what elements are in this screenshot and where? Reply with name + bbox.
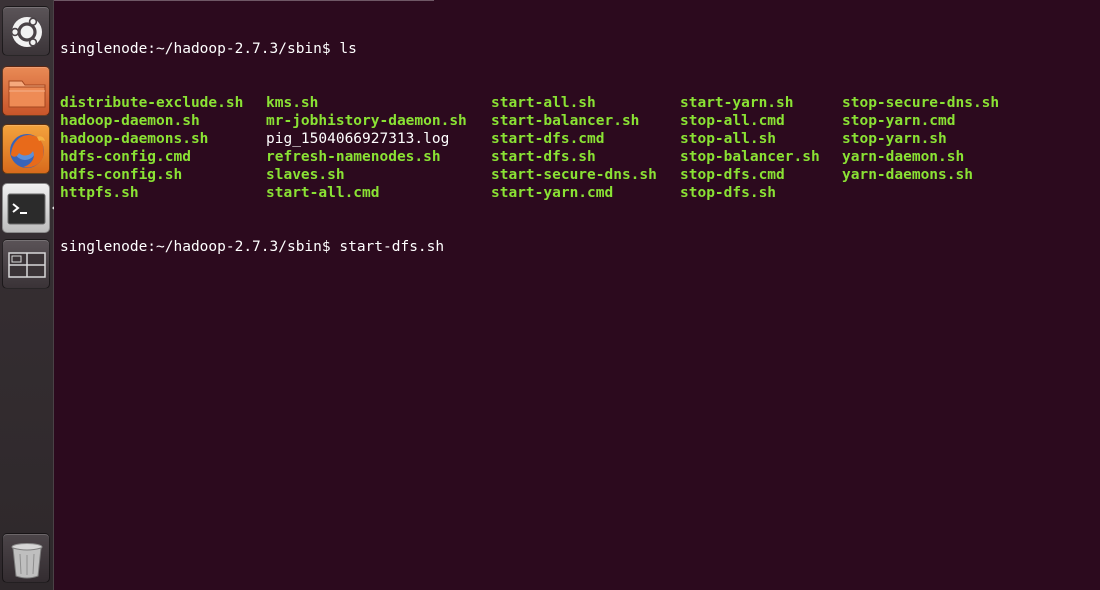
file-entry: mr-jobhistory-daemon.sh [266, 113, 467, 129]
file-entry: stop-yarn.sh [842, 131, 947, 147]
firefox-icon [10, 134, 45, 168]
listing-row: httpfs.sh start-all.cmd start-yarn.cmd stop… [60, 184, 776, 202]
command-line: singlenode:~/hadoop-2.7.3/sbin$ ls [60, 40, 444, 58]
file-entry: hdfs-config.sh [60, 167, 183, 183]
shell-prompt: singlenode:~/hadoop-2.7.3/sbin$ [60, 41, 331, 57]
trash-icon [11, 543, 43, 579]
file-entry: hdfs-config.cmd [60, 149, 191, 165]
file-entry: kms.sh [266, 95, 319, 111]
file-entry: stop-yarn.cmd [842, 113, 956, 129]
file-entry: hadoop-daemons.sh [60, 131, 209, 147]
command-line: singlenode:~/hadoop-2.7.3/sbin$ start-df… [60, 238, 444, 256]
file-entry: start-secure-dns.sh [491, 167, 657, 183]
file-entry: start-dfs.cmd [491, 131, 605, 147]
file-entry: stop-dfs.sh [680, 185, 777, 201]
file-entry: stop-secure-dns.sh [842, 95, 1000, 111]
ls-listing: distribute-exclude.sh kms.sh start-all.sh s… [60, 94, 999, 202]
file-entry: yarn-daemons.sh [842, 167, 973, 183]
file-entry: stop-all.cmd [680, 113, 785, 129]
command-text: start-dfs.sh [339, 239, 445, 255]
listing-row: hadoop-daemon.sh mr-jobhistory-daemon.sh s… [60, 112, 956, 130]
listing-row: hdfs-config.cmd refresh-namenodes.sh start… [60, 148, 964, 166]
file-entry: slaves.sh [266, 167, 345, 183]
folder-icon [8, 80, 46, 108]
workspaces-button[interactable] [2, 239, 50, 289]
terminal-window[interactable]: singlenode:~/hadoop-2.7.3/sbin$ ls distr… [54, 0, 1100, 590]
file-entry: yarn-daemon.sh [842, 149, 965, 165]
file-entry: start-balancer.sh [491, 113, 640, 129]
listing-row: hdfs-config.sh slaves.sh start-secure-dns.… [60, 166, 973, 184]
shell-prompt: singlenode:~/hadoop-2.7.3/sbin$ [60, 239, 331, 255]
ubuntu-logo-icon [10, 17, 42, 47]
trash-button[interactable] [2, 533, 50, 583]
listing-row: hadoop-daemons.sh pig_1504066927313.log st… [60, 130, 947, 148]
unity-launcher [0, 0, 58, 590]
file-entry: start-all.cmd [266, 185, 380, 201]
dash-home-button[interactable] [2, 6, 50, 56]
files-button[interactable] [2, 66, 50, 116]
file-entry: start-yarn.cmd [491, 185, 614, 201]
listing-row: distribute-exclude.sh kms.sh start-all.sh s… [60, 94, 999, 112]
workspace-switcher-icon [8, 252, 46, 278]
terminal-icon [7, 193, 46, 225]
file-entry: stop-dfs.cmd [680, 167, 785, 183]
file-entry: hadoop-daemon.sh [60, 113, 200, 129]
window-top-edge [54, 0, 434, 1]
file-entry: stop-all.sh [680, 131, 777, 147]
file-entry: start-yarn.sh [680, 95, 794, 111]
file-entry: start-dfs.sh [491, 149, 596, 165]
file-entry: httpfs.sh [60, 185, 139, 201]
terminal-output: singlenode:~/hadoop-2.7.3/sbin$ ls distr… [60, 4, 999, 292]
file-entry: refresh-namenodes.sh [266, 149, 441, 165]
command-text: ls [339, 41, 357, 57]
terminal-button[interactable] [2, 183, 50, 233]
file-entry: pig_1504066927313.log [266, 131, 450, 147]
firefox-button[interactable] [2, 124, 50, 174]
file-entry: stop-balancer.sh [680, 149, 820, 165]
file-entry: start-all.sh [491, 95, 596, 111]
file-entry: distribute-exclude.sh [60, 95, 244, 111]
